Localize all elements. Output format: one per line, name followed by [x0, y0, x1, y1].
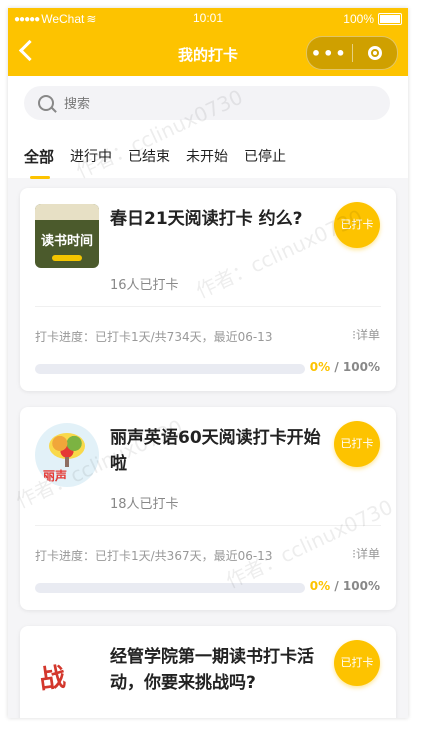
- thumbnail-text: 丽声: [43, 469, 68, 483]
- thumbnail-text: 读书时间: [40, 234, 93, 249]
- close-capsule-button[interactable]: [353, 46, 398, 60]
- card-title: 经管学院第一期读书打卡活动，你要来挑战吗?: [110, 647, 314, 693]
- progress-total: 100%: [342, 360, 380, 374]
- progress-total: 100%: [342, 579, 380, 593]
- progress-text: 打卡进度：已打卡1天/共367天，最近06-13: [35, 549, 273, 563]
- progress-bar: [35, 364, 305, 374]
- progress-percent: 0% / 100%: [309, 579, 380, 593]
- battery-indicator: 100%: [343, 12, 402, 26]
- checkin-card[interactable]: 丽声 丽声英语60天阅读打卡开始啦 18人已打卡 已打卡 打卡进度：已打卡1天/…: [20, 407, 396, 610]
- status-tabs: 全部 进行中 已结束 未开始 已停止: [24, 146, 286, 179]
- card-thumbnail: 丽声: [35, 423, 99, 487]
- thumbnail-text: 战: [37, 662, 68, 696]
- progress-current: 0%: [309, 579, 331, 593]
- checkin-card[interactable]: 战 经管学院第一期读书打卡活动，你要来挑战吗? 已打卡: [20, 626, 396, 718]
- progress-bar: [35, 583, 305, 593]
- progress-percent: 0% / 100%: [309, 360, 380, 374]
- checkin-count: 18人已打卡: [110, 497, 179, 512]
- card-thumbnail: 战: [35, 642, 99, 706]
- filter-header: 全部 进行中 已结束 未开始 已停止: [8, 76, 408, 179]
- search-bar[interactable]: [24, 86, 390, 122]
- battery-icon: [378, 13, 402, 25]
- card-title: 春日21天阅读打卡 约么?: [110, 209, 303, 229]
- card-thumbnail: 读书时间: [35, 204, 99, 268]
- checkin-button[interactable]: 已打卡: [334, 640, 380, 686]
- miniprogram-capsule: •••: [306, 36, 398, 70]
- checkin-card[interactable]: 读书时间 春日21天阅读打卡 约么? 16人已打卡 已打卡 打卡进度：已打卡1天…: [20, 188, 396, 391]
- detail-link[interactable]: ⁝详单: [352, 326, 380, 343]
- card-divider: [35, 306, 381, 307]
- progress-text: 打卡进度：已打卡1天/共734天，最近06-13: [35, 330, 273, 344]
- battery-percent: 100%: [343, 12, 374, 26]
- checkin-count: 16人已打卡: [110, 278, 179, 293]
- card-title: 丽声英语60天阅读打卡开始啦: [110, 428, 321, 474]
- tab-ongoing[interactable]: 进行中: [70, 146, 112, 179]
- checkin-button[interactable]: 已打卡: [334, 421, 380, 467]
- search-input[interactable]: [62, 86, 366, 122]
- detail-link[interactable]: ⁝详单: [352, 545, 380, 562]
- tree-logo-icon: [49, 433, 85, 459]
- tab-ended[interactable]: 已结束: [128, 146, 170, 179]
- tab-not-started[interactable]: 未开始: [186, 146, 228, 179]
- progress-current: 0%: [309, 360, 331, 374]
- detail-label: 详单: [355, 328, 380, 342]
- card-divider: [35, 525, 381, 526]
- search-icon: [38, 95, 54, 111]
- exit-icon: [367, 46, 382, 60]
- tab-all[interactable]: 全部: [24, 146, 54, 179]
- detail-label: 详单: [355, 547, 380, 561]
- tab-stopped[interactable]: 已停止: [244, 146, 286, 179]
- nav-bar: 我的打卡 •••: [8, 30, 408, 76]
- checkin-button[interactable]: 已打卡: [334, 202, 380, 248]
- status-bar: ●●●●● WeChat ≋ 10:01 100%: [8, 8, 408, 30]
- more-icon[interactable]: •••: [307, 44, 352, 63]
- phone-screen: ●●●●● WeChat ≋ 10:01 100% 我的打卡 ••• 全部 进行…: [8, 8, 408, 718]
